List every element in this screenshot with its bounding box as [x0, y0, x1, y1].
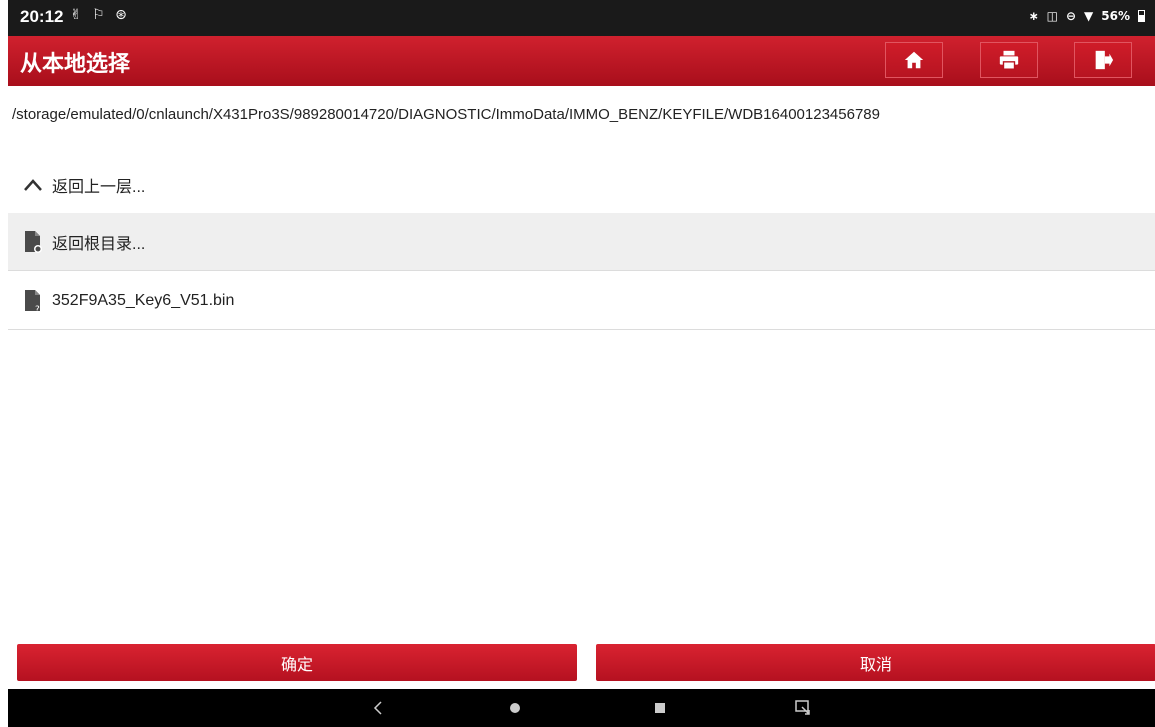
back-icon[interactable] [363, 689, 393, 727]
svg-text:?: ? [35, 305, 40, 313]
system-nav-bar [8, 689, 1155, 727]
dnd-icon: ⊖ [1065, 9, 1077, 23]
confirm-button[interactable]: 确定 [17, 644, 577, 681]
screenshot-icon[interactable] [788, 689, 818, 727]
current-path: /storage/emulated/0/cnlaunch/X431Pro3S/9… [12, 106, 880, 123]
file-item[interactable]: ? 352F9A35_Key6_V51.bin [8, 272, 1155, 330]
battery-percent: 56% [1101, 9, 1130, 23]
cancel-button[interactable]: 取消 [596, 644, 1155, 681]
status-right-icons: ∗ ◫ ⊖ ▼ 56% [1029, 9, 1145, 23]
recents-icon[interactable] [645, 689, 675, 727]
status-time: 20:12 [20, 7, 64, 26]
print-button[interactable] [980, 42, 1038, 78]
file-name: 352F9A35_Key6_V51.bin [52, 291, 235, 309]
home-button[interactable] [885, 42, 943, 78]
page-title: 从本地选择 [20, 52, 131, 77]
go-root-label: 返回根目录... [52, 235, 146, 253]
exit-button[interactable] [1074, 42, 1132, 78]
go-root-item[interactable]: 返回根目录... [8, 213, 1155, 271]
wifi-icon: ▼ [1084, 9, 1094, 23]
battery-icon [1138, 10, 1145, 22]
file-unknown-icon: ? [18, 289, 48, 313]
chevron-up-icon [18, 178, 48, 191]
app-header: 从本地选择 [8, 36, 1155, 86]
home-icon [904, 51, 924, 69]
notification-icons: ✌ ⚐ ⊛ [70, 7, 130, 23]
home-nav-icon[interactable] [500, 689, 530, 727]
print-icon [999, 50, 1019, 70]
go-up-label: 返回上一层... [52, 178, 146, 196]
file-gear-icon [18, 230, 48, 254]
vibrate-icon: ◫ [1046, 9, 1058, 23]
exit-icon [1095, 50, 1114, 70]
status-bar: 20:12 ✌ ⚐ ⊛ ∗ ◫ ⊖ ▼ 56% [8, 0, 1155, 36]
bluetooth-icon: ∗ [1028, 9, 1039, 23]
go-up-item[interactable]: 返回上一层... [8, 156, 1155, 214]
